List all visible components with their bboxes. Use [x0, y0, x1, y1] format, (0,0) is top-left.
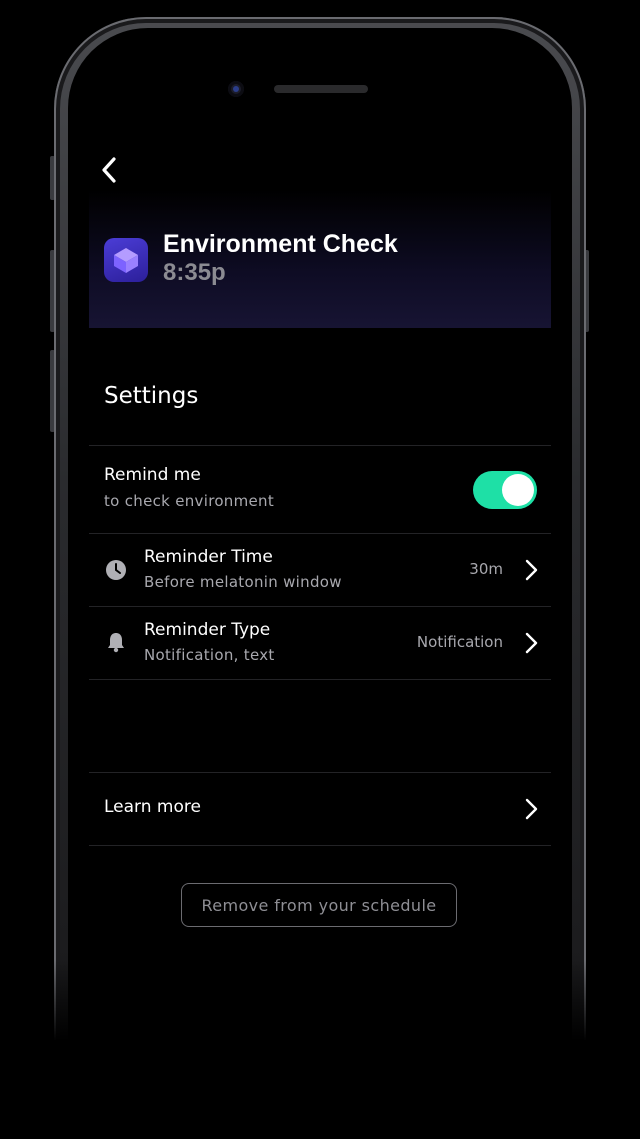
app-icon — [104, 238, 148, 282]
page-title: Environment Check — [163, 230, 398, 258]
reminder-type-subtitle: Notification, text — [144, 646, 275, 664]
remind-me-subtitle: to check environment — [104, 492, 275, 510]
reminder-time-subtitle: Before melatonin window — [144, 573, 342, 591]
chevron-right-icon — [525, 559, 538, 581]
reminder-time-value: 30m — [469, 560, 503, 578]
back-button[interactable] — [97, 154, 121, 186]
learn-more-row[interactable]: Learn more — [89, 773, 551, 845]
reminder-type-label: Reminder Type — [144, 620, 271, 640]
reminder-type-row[interactable]: Reminder Type Notification, text Notific… — [89, 607, 551, 679]
learn-more-label: Learn more — [104, 797, 201, 817]
scheduled-time: 8:35p — [163, 259, 226, 286]
bottom-fade-overlay — [0, 960, 640, 1139]
remove-from-schedule-button[interactable]: Remove from your schedule — [181, 883, 457, 927]
cube-icon — [114, 248, 138, 273]
settings-heading: Settings — [104, 383, 199, 409]
reminder-type-value: Notification — [416, 633, 503, 651]
remind-me-label: Remind me — [104, 465, 201, 485]
reminder-time-row[interactable]: Reminder Time Before melatonin window 30… — [89, 534, 551, 606]
clock-icon — [106, 560, 126, 580]
bell-icon — [108, 633, 124, 653]
chevron-left-icon — [102, 157, 116, 183]
divider — [89, 679, 551, 680]
remind-me-toggle[interactable] — [473, 471, 537, 509]
device-stage: Environment Check 8:35p Settings Remind … — [0, 0, 640, 1139]
header-background — [89, 190, 551, 328]
divider — [89, 845, 551, 846]
chevron-right-icon — [525, 632, 538, 654]
toggle-knob — [502, 474, 534, 506]
reminder-time-label: Reminder Time — [144, 547, 273, 567]
front-camera — [228, 81, 244, 97]
chevron-right-icon — [525, 798, 538, 820]
earpiece-speaker — [274, 85, 368, 93]
